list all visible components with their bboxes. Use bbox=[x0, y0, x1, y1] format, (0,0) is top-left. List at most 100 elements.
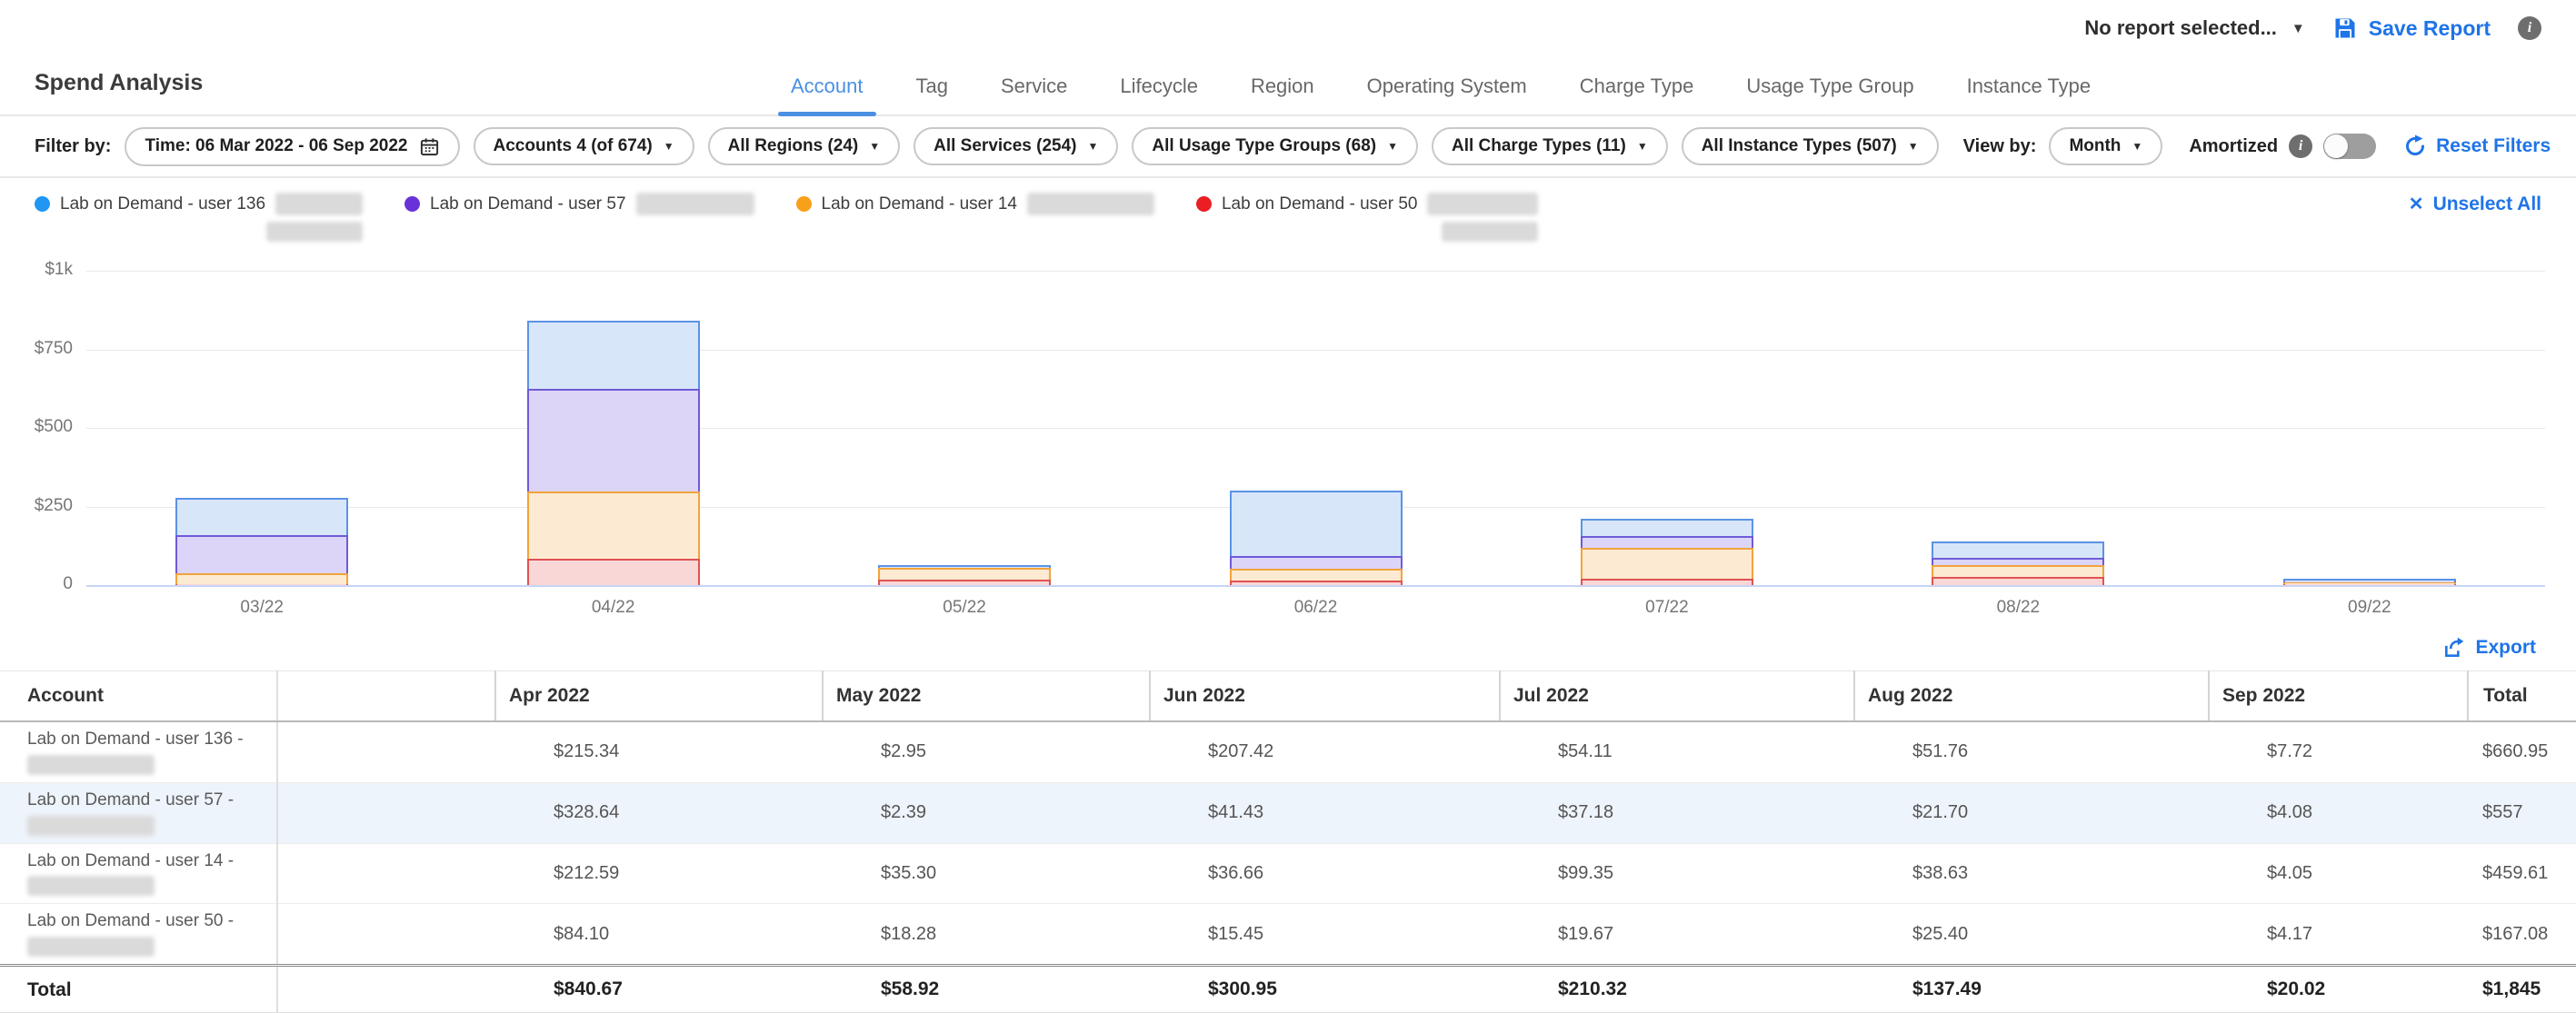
save-report-label: Save Report bbox=[2369, 16, 2491, 41]
legend-item[interactable]: Lab on Demand - user 57 bbox=[404, 193, 754, 215]
tab-instance-type[interactable]: Instance Type bbox=[1967, 74, 2092, 114]
bar-segment-05-22[interactable] bbox=[878, 580, 1051, 585]
filter-pill-label: All Regions (24) bbox=[728, 136, 859, 156]
table-row[interactable]: Lab on Demand - user 14 -$212.59$35.30$3… bbox=[0, 843, 2576, 904]
bar-segment-07-22[interactable] bbox=[1581, 548, 1753, 579]
account-cell: Lab on Demand - user 14 - bbox=[0, 843, 277, 904]
value-cell: $99.35 bbox=[1500, 843, 1854, 904]
filter-pill-all[interactable]: All Charge Types (11)▼ bbox=[1432, 127, 1668, 165]
view-by-value: Month bbox=[2069, 136, 2121, 156]
legend-item[interactable]: Lab on Demand - user 136 bbox=[35, 193, 363, 242]
bar-segment-08-22[interactable] bbox=[1932, 541, 2104, 558]
bar-segment-06-22[interactable] bbox=[1230, 569, 1403, 581]
bar-segment-08-22[interactable] bbox=[1932, 577, 2104, 585]
legend-dot bbox=[404, 196, 420, 212]
chevron-down-icon: ▼ bbox=[664, 140, 674, 153]
report-selector-dropdown[interactable]: No report selected... ▼ bbox=[2084, 16, 2304, 40]
value-cell: $4.17 bbox=[2209, 904, 2468, 966]
tab-operating-system[interactable]: Operating System bbox=[1367, 74, 1527, 114]
bar-segment-07-22[interactable] bbox=[1581, 536, 1753, 548]
account-cell: Lab on Demand - user 50 - bbox=[0, 904, 277, 966]
filter-pill-all[interactable]: All Regions (24)▼ bbox=[708, 127, 900, 165]
bar-segment-07-22[interactable] bbox=[1581, 519, 1753, 536]
tab-service[interactable]: Service bbox=[1001, 74, 1067, 114]
account-name: Lab on Demand - user 50 - bbox=[27, 911, 234, 930]
amortized-toggle[interactable] bbox=[2323, 134, 2376, 159]
toggle-knob bbox=[2324, 134, 2348, 158]
account-name: Lab on Demand - user 14 - bbox=[27, 851, 234, 870]
bar-segment-08-22[interactable] bbox=[1932, 565, 2104, 577]
legend-dot bbox=[796, 196, 812, 212]
table-row[interactable]: Lab on Demand - user 136 -$215.34$2.95$2… bbox=[0, 721, 2576, 782]
legend-item[interactable]: Lab on Demand - user 50 bbox=[1196, 193, 1538, 242]
tab-tag[interactable]: Tag bbox=[916, 74, 948, 114]
bar-segment-04-22[interactable] bbox=[527, 492, 700, 559]
column-header-may-2022: May 2022 bbox=[823, 671, 1150, 722]
column-header-spacer bbox=[277, 671, 495, 722]
info-icon[interactable]: i bbox=[2518, 16, 2541, 40]
table-row[interactable]: Lab on Demand - user 57 -$328.64$2.39$41… bbox=[0, 782, 2576, 843]
tab-usage-type-group[interactable]: Usage Type Group bbox=[1746, 74, 1913, 114]
bar-segment-04-22[interactable] bbox=[527, 321, 700, 389]
bar-segment-07-22[interactable] bbox=[1581, 579, 1753, 585]
legend-label: Lab on Demand - user 57 bbox=[430, 194, 625, 214]
export-row: Export bbox=[0, 625, 2576, 670]
bar-segment-06-22[interactable] bbox=[1230, 556, 1403, 569]
x-axis-tick-label: 03/22 bbox=[240, 598, 284, 618]
legend-items: Lab on Demand - user 136 Lab on Demand - … bbox=[35, 193, 1538, 242]
redacted-text bbox=[266, 222, 363, 242]
value-cell: $7.72 bbox=[2209, 721, 2468, 782]
value-cell: $212.59 bbox=[495, 843, 823, 904]
account-cell: Lab on Demand - user 57 - bbox=[0, 782, 277, 843]
report-selector-value: No report selected... bbox=[2084, 16, 2277, 40]
bar-segment-09-22[interactable] bbox=[2283, 579, 2456, 581]
info-icon[interactable]: i bbox=[2289, 134, 2312, 158]
bar-segment-03-22[interactable] bbox=[175, 498, 348, 534]
page-title: Spend Analysis bbox=[35, 70, 791, 114]
value-cell: $19.67 bbox=[1500, 904, 1854, 966]
view-by-dropdown[interactable]: Month ▼ bbox=[2049, 127, 2162, 165]
legend-label: Lab on Demand - user 136 bbox=[60, 194, 265, 214]
filter-pill-all[interactable]: All Instance Types (507)▼ bbox=[1682, 127, 1939, 165]
bar-segment-06-22[interactable] bbox=[1230, 491, 1403, 556]
filter-pill-accounts[interactable]: Accounts 4 (of 674)▼ bbox=[474, 127, 694, 165]
table-row[interactable]: Lab on Demand - user 50 -$84.10$18.28$15… bbox=[0, 904, 2576, 966]
reset-filters-button[interactable]: Reset Filters bbox=[2403, 134, 2551, 158]
value-cell: $51.76 bbox=[1854, 721, 2209, 782]
unselect-all-button[interactable]: ✕ Unselect All bbox=[2409, 193, 2541, 215]
value-cell: $25.40 bbox=[1854, 904, 2209, 966]
bar-segment-03-22[interactable] bbox=[175, 535, 348, 573]
value-cell: $459.61 bbox=[2468, 843, 2576, 904]
filter-pill-time[interactable]: Time: 06 Mar 2022 - 06 Sep 2022 bbox=[125, 127, 459, 166]
redacted-text bbox=[27, 816, 155, 836]
value-cell: $18.28 bbox=[823, 904, 1150, 966]
tab-charge-type[interactable]: Charge Type bbox=[1580, 74, 1694, 114]
value-cell: $207.42 bbox=[1150, 721, 1500, 782]
save-report-button[interactable]: Save Report bbox=[2332, 15, 2491, 41]
gridline bbox=[86, 585, 2545, 587]
tab-region[interactable]: Region bbox=[1251, 74, 1314, 114]
bar-segment-08-22[interactable] bbox=[1932, 558, 2104, 565]
close-icon: ✕ bbox=[2409, 193, 2424, 215]
export-label: Export bbox=[2475, 637, 2536, 659]
bar-segment-05-22[interactable] bbox=[878, 568, 1051, 579]
value-cell: $557 bbox=[2468, 782, 2576, 843]
bar-segment-05-22[interactable] bbox=[878, 565, 1051, 568]
bar-segment-04-22[interactable] bbox=[527, 559, 700, 585]
total-value-cell: $137.49 bbox=[1854, 966, 2209, 1013]
chevron-down-icon: ▼ bbox=[1088, 140, 1099, 153]
bar-segment-04-22[interactable] bbox=[527, 389, 700, 492]
tab-account[interactable]: Account bbox=[791, 74, 864, 114]
redacted-text bbox=[636, 193, 754, 215]
export-button[interactable]: Export bbox=[2442, 636, 2536, 660]
column-header-jul-2022: Jul 2022 bbox=[1500, 671, 1854, 722]
tab-lifecycle[interactable]: Lifecycle bbox=[1120, 74, 1198, 114]
filter-pill-all[interactable]: All Services (254)▼ bbox=[914, 127, 1118, 165]
bar-segment-03-22[interactable] bbox=[175, 573, 348, 584]
legend-bar: Lab on Demand - user 136 Lab on Demand - … bbox=[0, 178, 2576, 245]
redacted-text bbox=[1427, 193, 1538, 215]
legend-item[interactable]: Lab on Demand - user 14 bbox=[796, 193, 1154, 215]
filter-pill-all[interactable]: All Usage Type Groups (68)▼ bbox=[1132, 127, 1418, 165]
bar-segment-06-22[interactable] bbox=[1230, 581, 1403, 585]
spacer-cell bbox=[277, 904, 495, 966]
